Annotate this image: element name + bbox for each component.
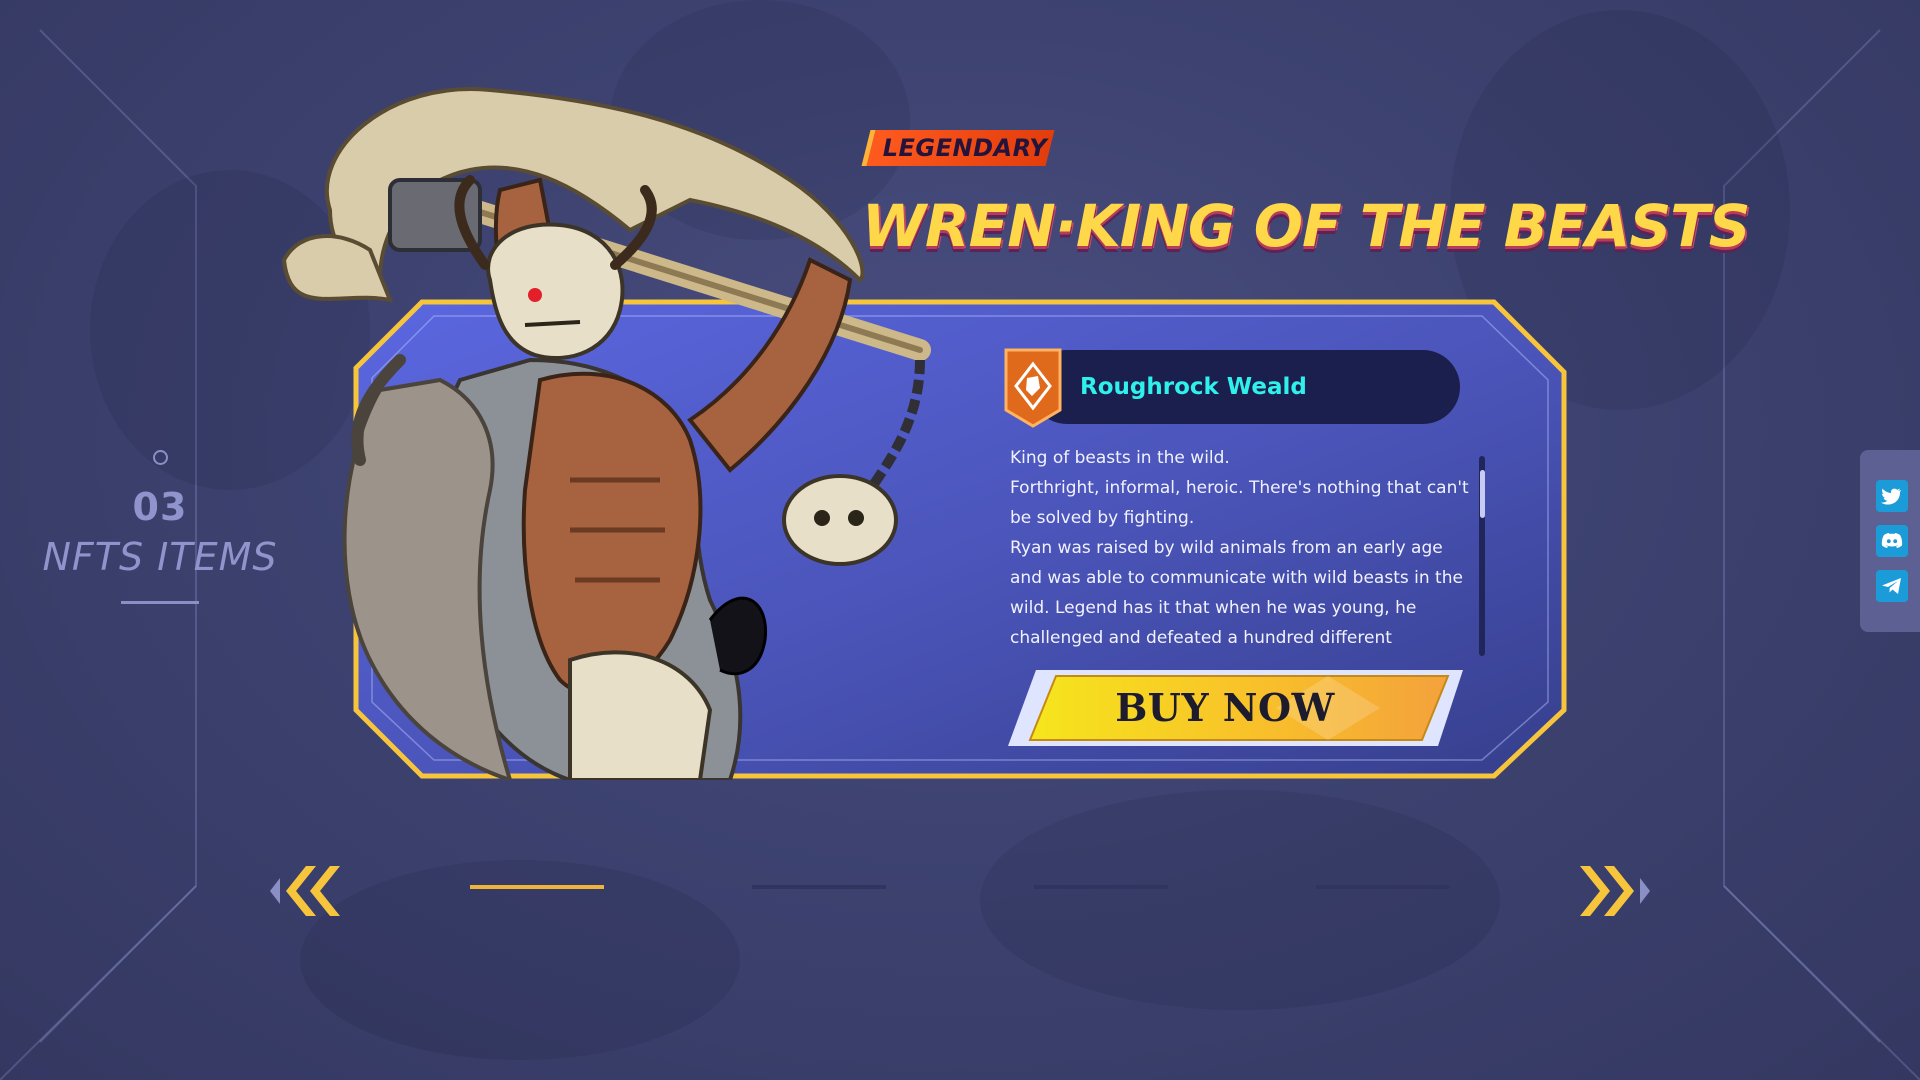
hero-artwork (281, 87, 931, 780)
section-dot (152, 450, 168, 465)
description-line: Ryan was raised by wild animals from an … (1010, 538, 1463, 648)
rarity-label: LEGENDARY (882, 134, 1048, 162)
section-title: NFTS ITEMS (42, 535, 278, 579)
page-indicator[interactable] (1316, 885, 1450, 889)
zone-emblem-icon (1004, 348, 1062, 428)
page-indicator[interactable] (1034, 885, 1168, 889)
buy-now-label: BUY NOW (1115, 685, 1335, 730)
hero-name: WREN·KING OF THE BEASTS (862, 192, 1751, 260)
description-line: Forthright, informal, heroic. There's no… (1010, 478, 1469, 528)
telegram-icon[interactable] (1876, 570, 1908, 602)
next-arrow-icon[interactable] (1572, 862, 1662, 920)
hero-description[interactable]: King of beasts in the wild. Forthright, … (1010, 443, 1470, 655)
discord-icon[interactable] (1876, 525, 1908, 557)
prev-arrow-icon[interactable] (258, 862, 348, 920)
page-indicator[interactable] (752, 885, 886, 889)
section-number: 03 (132, 485, 188, 529)
description-line: King of beasts in the wild. (1010, 448, 1230, 468)
page-indicator[interactable] (470, 885, 604, 889)
description-scrollbar-thumb[interactable] (1480, 470, 1485, 518)
section-underline (121, 601, 199, 604)
twitter-icon[interactable] (1876, 480, 1908, 512)
zone-name: Roughrock Weald (1080, 374, 1307, 400)
section-label: 03 NFTS ITEMS (30, 450, 290, 604)
